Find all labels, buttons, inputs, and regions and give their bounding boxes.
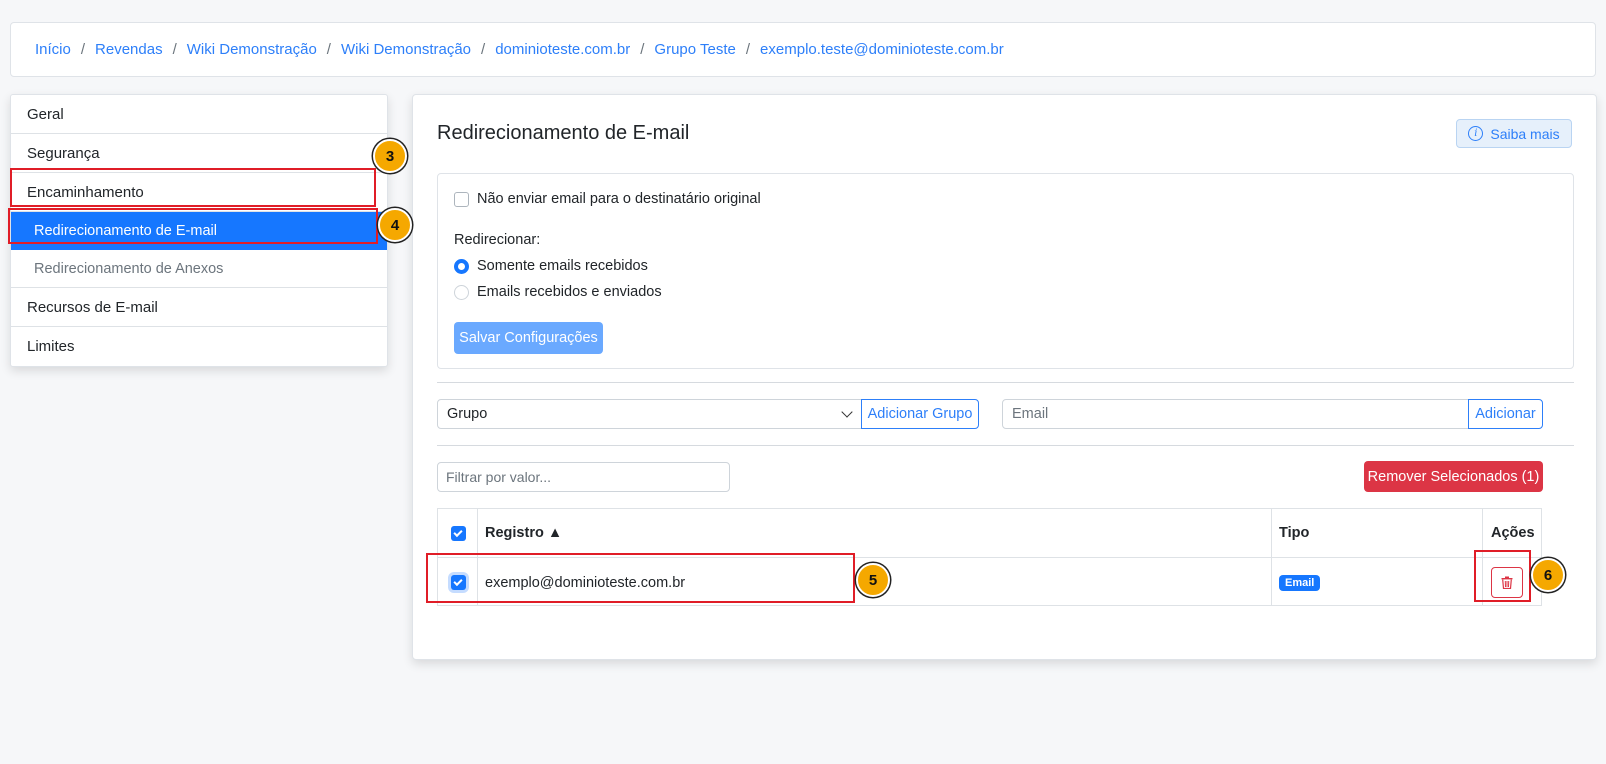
breadcrumb-separator: / bbox=[326, 41, 331, 58]
records-table: Registro ▲ Tipo Ações exemplo@dominiotes… bbox=[437, 508, 1542, 606]
redirect-label: Redirecionar: bbox=[454, 232, 541, 248]
page-title: Redirecionamento de E-mail bbox=[437, 122, 690, 144]
annotation-badge-4: 4 bbox=[378, 208, 412, 242]
settings-panel: Não enviar email para o destinatário ori… bbox=[437, 173, 1574, 369]
row-type-cell: Email bbox=[1279, 558, 1321, 607]
breadcrumb: Início / Revendas / Wiki Demonstração / … bbox=[10, 22, 1596, 77]
radio-received-sent-input[interactable] bbox=[454, 284, 469, 300]
breadcrumb-separator: / bbox=[481, 41, 486, 58]
group-select[interactable]: Grupo bbox=[437, 399, 862, 429]
radio-received-sent[interactable]: Emails recebidos e enviados bbox=[454, 284, 662, 300]
divider bbox=[437, 382, 1574, 383]
sidebar: Geral Segurança Encaminhamento Redirecio… bbox=[10, 94, 388, 367]
save-settings-button[interactable]: Salvar Configurações bbox=[454, 322, 603, 354]
add-email-button[interactable]: Adicionar bbox=[1468, 399, 1543, 429]
add-group-button[interactable]: Adicionar Grupo bbox=[861, 399, 979, 429]
table-row: exemplo@dominioteste.com.br Email bbox=[438, 558, 1541, 607]
breadcrumb-inicio[interactable]: Início bbox=[35, 41, 71, 58]
radio-received-only-label: Somente emails recebidos bbox=[477, 258, 648, 274]
email-input[interactable]: Email bbox=[1002, 399, 1469, 429]
group-select-value: Grupo bbox=[447, 406, 488, 422]
divider bbox=[437, 445, 1574, 446]
row-actions-cell bbox=[1491, 558, 1523, 607]
sidebar-item-geral[interactable]: Geral bbox=[11, 95, 387, 134]
no-send-original-label: Não enviar email para o destinatário ori… bbox=[477, 191, 761, 207]
sidebar-item-limites[interactable]: Limites bbox=[11, 327, 387, 366]
help-button[interactable]: i Saiba mais bbox=[1456, 119, 1572, 148]
row-record-value: exemplo@dominioteste.com.br bbox=[485, 574, 686, 591]
chevron-down-icon bbox=[841, 406, 853, 418]
breadcrumb-revendas[interactable]: Revendas bbox=[95, 41, 163, 58]
annotation-badge-6: 6 bbox=[1531, 558, 1565, 592]
row-select-checkbox[interactable] bbox=[450, 575, 466, 590]
radio-received-only[interactable]: Somente emails recebidos bbox=[454, 258, 648, 274]
sidebar-item-recursos-email[interactable]: Recursos de E-mail bbox=[11, 288, 387, 327]
type-badge: Email bbox=[1279, 574, 1321, 591]
column-header-acoes: Ações bbox=[1491, 525, 1535, 541]
sidebar-item-encaminhamento[interactable]: Encaminhamento bbox=[11, 173, 387, 212]
select-all-checkbox[interactable] bbox=[450, 525, 466, 541]
breadcrumb-wiki-2[interactable]: Wiki Demonstração bbox=[341, 41, 471, 58]
breadcrumb-wiki-1[interactable]: Wiki Demonstração bbox=[187, 41, 317, 58]
radio-received-sent-label: Emails recebidos e enviados bbox=[477, 284, 662, 300]
sidebar-subitem-redirecionamento-email[interactable]: Redirecionamento de E-mail bbox=[11, 212, 387, 250]
breadcrumb-account[interactable]: exemplo.teste@dominioteste.com.br bbox=[760, 41, 1004, 58]
breadcrumb-separator: / bbox=[640, 41, 645, 58]
row-select-cell bbox=[446, 558, 470, 607]
select-all-cell bbox=[446, 509, 470, 557]
main-card: Redirecionamento de E-mail i Saiba mais … bbox=[412, 94, 1597, 660]
table-header-row: Registro ▲ Tipo Ações bbox=[438, 509, 1541, 558]
breadcrumb-group[interactable]: Grupo Teste bbox=[654, 41, 735, 58]
column-header-tipo: Tipo bbox=[1279, 525, 1310, 541]
delete-row-button[interactable] bbox=[1491, 567, 1523, 598]
trash-icon bbox=[1501, 576, 1513, 589]
breadcrumb-separator: / bbox=[80, 41, 86, 58]
breadcrumb-separator: / bbox=[745, 41, 751, 58]
radio-received-only-input[interactable] bbox=[454, 258, 469, 274]
annotation-badge-3: 3 bbox=[373, 139, 407, 173]
breadcrumb-separator: / bbox=[172, 41, 177, 58]
help-button-label: Saiba mais bbox=[1490, 125, 1560, 142]
no-send-original-option[interactable]: Não enviar email para o destinatário ori… bbox=[454, 191, 761, 207]
remove-selected-button[interactable]: Remover Selecionados (1) bbox=[1364, 461, 1543, 492]
annotation-badge-5: 5 bbox=[856, 563, 890, 597]
breadcrumb-domain[interactable]: dominioteste.com.br bbox=[495, 41, 630, 58]
no-send-original-checkbox[interactable] bbox=[454, 191, 469, 207]
info-icon: i bbox=[1468, 126, 1484, 141]
sidebar-subitem-redirecionamento-anexos[interactable]: Redirecionamento de Anexos bbox=[11, 250, 387, 288]
column-header-registro[interactable]: Registro ▲ bbox=[485, 509, 562, 557]
sidebar-item-seguranca[interactable]: Segurança bbox=[11, 134, 387, 173]
filter-input[interactable]: Filtrar por valor... bbox=[437, 462, 730, 492]
